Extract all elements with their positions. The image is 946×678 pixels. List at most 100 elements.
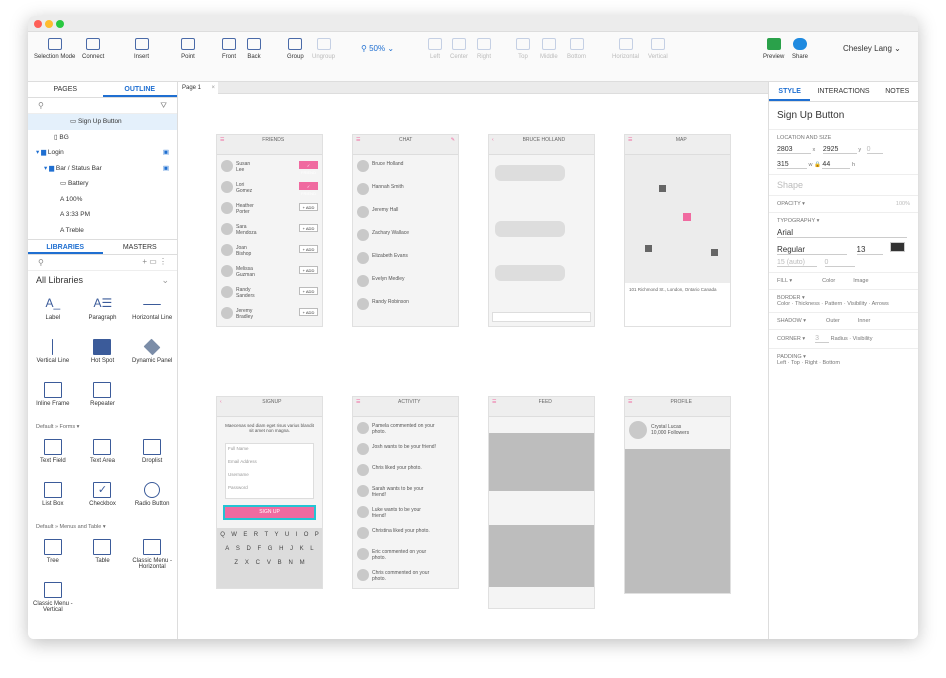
ungroup-button[interactable]: Ungroup xyxy=(312,38,335,60)
list-item[interactable]: Joan Bishop + ADD xyxy=(217,241,322,262)
message-input[interactable] xyxy=(492,312,591,322)
share-button[interactable]: Share xyxy=(792,38,808,60)
list-item[interactable]: Christina liked your photo. xyxy=(353,524,458,545)
widget-paragraph[interactable]: A☰ Paragraph xyxy=(78,291,128,334)
border-visibility-label[interactable]: Visibility xyxy=(847,301,867,307)
widget-classic-menu-horizontal[interactable]: Classic Menu - Horizontal xyxy=(127,534,177,577)
close-window-icon[interactable] xyxy=(34,20,42,28)
list-item[interactable]: Randy Sanders + ADD xyxy=(217,283,322,304)
x-field[interactable]: 2803 xyxy=(777,146,811,154)
key[interactable]: L xyxy=(310,546,313,552)
list-item[interactable]: Hannah Smith xyxy=(353,180,458,201)
outline-item-bg[interactable]: ▯ BG xyxy=(28,130,177,146)
widget-text-field[interactable]: Text Field xyxy=(28,434,78,477)
map-pin-icon[interactable] xyxy=(659,185,666,192)
corner-visibility-label[interactable]: Visibility xyxy=(853,336,873,342)
tab-libraries[interactable]: LIBRARIES xyxy=(28,240,103,254)
widget-inline-frame[interactable]: Inline Frame xyxy=(28,377,78,420)
screen-signup[interactable]: ‹ SIGNUP Maecenas sed diam eget risus var… xyxy=(216,396,323,589)
list-item[interactable]: Zachary Wallace xyxy=(353,226,458,247)
border-thickness-label[interactable]: Thickness xyxy=(795,301,820,307)
align-middle-button[interactable]: Middle xyxy=(540,38,558,60)
widget-hot-spot[interactable]: Hot Spot xyxy=(78,334,128,377)
library-select[interactable]: All Libraries ⌄ xyxy=(28,271,177,291)
widget-checkbox[interactable]: ✓ Checkbox xyxy=(78,477,128,520)
key[interactable]: V xyxy=(267,560,271,566)
widget-list-box[interactable]: List Box xyxy=(28,477,78,520)
close-icon[interactable]: × xyxy=(211,82,218,94)
list-item[interactable]: Pamela commented on your photo. xyxy=(353,419,458,440)
list-item[interactable]: Heather Porter + ADD xyxy=(217,199,322,220)
selection-mode-button[interactable]: Selection Mode xyxy=(34,38,75,60)
line-spacing-field[interactable]: 15 (auto) xyxy=(777,259,817,267)
shadow-inner-label[interactable]: Inner xyxy=(858,318,871,324)
list-item[interactable]: Sarah wants to be your friend! xyxy=(353,482,458,503)
font-select[interactable]: Arial xyxy=(777,228,907,238)
add-button[interactable]: + ADD xyxy=(299,224,318,232)
selected-widget-name[interactable]: Sign Up Button xyxy=(769,102,918,129)
search-icon[interactable]: ⚲ xyxy=(38,101,44,110)
padding-left-label[interactable]: Left xyxy=(777,360,786,366)
key[interactable]: C xyxy=(256,560,260,566)
list-item[interactable]: Lori Gomez ✓ FRIEND xyxy=(217,178,322,199)
tab-outline[interactable]: OUTLINE xyxy=(102,82,177,97)
widget-tree[interactable]: Tree xyxy=(28,534,78,577)
corner-radius-field[interactable]: 3 xyxy=(815,335,830,343)
font-size-field[interactable]: 13 xyxy=(856,245,883,255)
key[interactable]: O xyxy=(304,532,309,538)
widget-droplist[interactable]: Droplist xyxy=(127,434,177,477)
menus-section-header[interactable]: Default » Menus and Table ▾ xyxy=(28,520,177,534)
tab-style[interactable]: STYLE xyxy=(769,82,811,101)
width-field[interactable]: 315 xyxy=(777,161,807,169)
widget-label[interactable]: A_ Label xyxy=(28,291,78,334)
widget-dynamic-panel[interactable]: Dynamic Panel xyxy=(127,334,177,377)
screen-chat[interactable]: ☰ CHAT ✎ Bruce Holland Hannah Smith Jeremy… xyxy=(352,134,459,327)
forms-section-header[interactable]: Default » Forms ▾ xyxy=(28,420,177,434)
shape-select[interactable]: Shape xyxy=(769,174,918,195)
zoom-window-icon[interactable] xyxy=(56,20,64,28)
library-actions-icon[interactable]: + ▭ ⋮ xyxy=(142,257,167,266)
section-label[interactable]: SHADOW ▾ xyxy=(777,318,806,324)
list-item[interactable]: Jeremy Bradley + ADD xyxy=(217,304,322,325)
screen-friends[interactable]: ☰ FRIENDS Susan Lee ✓ FRIEND Lori Gomez ✓ FRI… xyxy=(216,134,323,327)
key[interactable]: K xyxy=(300,546,304,552)
align-top-button[interactable]: Top xyxy=(516,38,530,60)
map-pin-icon[interactable] xyxy=(711,249,718,256)
char-spacing-field[interactable]: 0 xyxy=(824,259,855,267)
outline-item-time[interactable]: A 3:33 PM xyxy=(28,207,177,223)
username-field[interactable]: Username xyxy=(228,472,311,485)
list-item[interactable]: Eric commented on your photo. xyxy=(353,545,458,566)
key[interactable]: M xyxy=(300,560,305,566)
font-color-swatch[interactable] xyxy=(890,242,906,252)
point-button[interactable]: Point xyxy=(181,38,195,60)
key[interactable]: A xyxy=(225,546,229,552)
keyboard[interactable]: QWE RT YU IOP A S D FGH J KL Z X C V BN M xyxy=(217,528,322,588)
rotation-field[interactable]: 0 xyxy=(866,146,883,154)
feed-image[interactable] xyxy=(489,433,594,491)
key[interactable]: X xyxy=(245,560,249,566)
add-button[interactable]: + ADD xyxy=(299,308,318,316)
outline-item-sign-up-button[interactable]: ▭ Sign Up Button xyxy=(28,114,177,130)
email-field[interactable]: Email Address xyxy=(228,459,311,472)
padding-bottom-label[interactable]: Bottom xyxy=(822,360,839,366)
opacity-value[interactable]: 100% xyxy=(896,201,910,207)
section-label[interactable]: CORNER ▾ xyxy=(777,336,805,342)
minimize-window-icon[interactable] xyxy=(45,20,53,28)
screen-activity[interactable]: ☰ ACTIVITY Pamela commented on your photo… xyxy=(352,396,459,589)
user-menu[interactable]: Chesley Lang ⌄ xyxy=(843,44,901,53)
outline-item-100[interactable]: A 100% xyxy=(28,192,177,208)
canvas[interactable]: Page 1 × ☰ FRIENDS Susan Lee ✓ FRIEND Lori Go… xyxy=(178,82,768,639)
visibility-icon[interactable]: ▣ xyxy=(163,161,169,177)
connect-button[interactable]: Connect xyxy=(82,38,104,60)
padding-top-label[interactable]: Top xyxy=(791,360,800,366)
align-bottom-button[interactable]: Bottom xyxy=(567,38,586,60)
screen-feed[interactable]: ☰ FEED xyxy=(488,396,595,609)
padding-right-label[interactable]: Right xyxy=(805,360,818,366)
outline-item-treble[interactable]: A Treble xyxy=(28,223,177,239)
key[interactable]: U xyxy=(285,532,289,538)
insert-button[interactable]: Insert xyxy=(134,38,149,60)
list-item[interactable]: Melissa Guzman + ADD xyxy=(217,262,322,283)
widget-classic-menu-vertical[interactable]: Classic Menu - Vertical xyxy=(28,577,78,620)
align-center-button[interactable]: Center xyxy=(450,38,468,60)
key[interactable]: R xyxy=(254,532,258,538)
